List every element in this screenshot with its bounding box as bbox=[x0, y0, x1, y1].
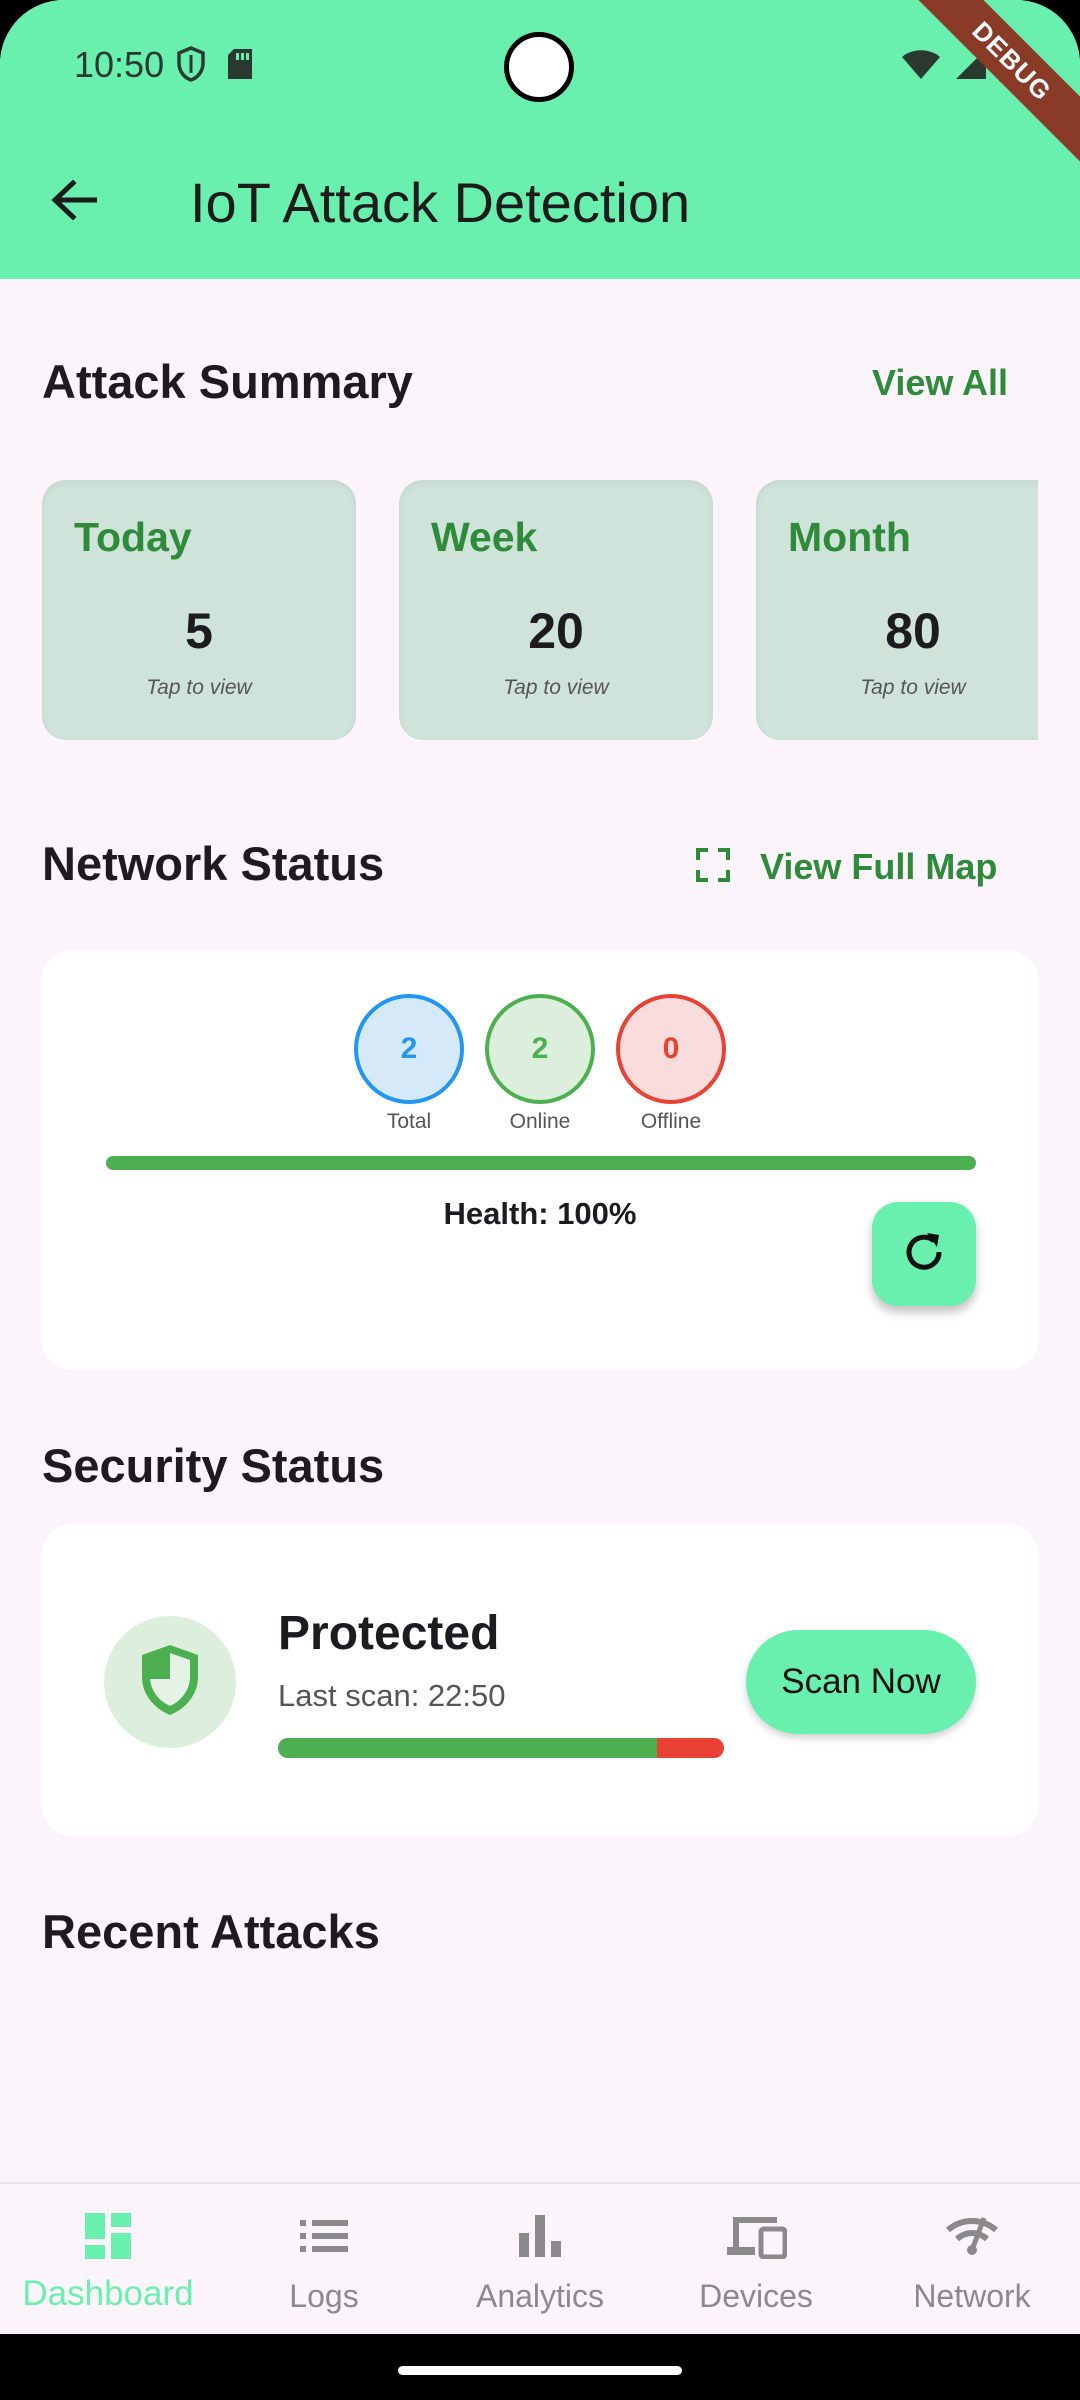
online-devices-label: Online bbox=[509, 1110, 571, 1133]
summary-card-label: Week bbox=[431, 514, 538, 560]
bar-chart-icon bbox=[432, 2208, 648, 2264]
wifi-icon bbox=[900, 47, 942, 86]
summary-card-label: Month bbox=[788, 514, 911, 560]
summary-card-hint: Tap to view bbox=[503, 676, 609, 699]
summary-card-label: Today bbox=[74, 514, 192, 560]
online-devices-count: 2 bbox=[531, 1032, 549, 1065]
security-status-title: Security Status bbox=[42, 1439, 385, 1492]
app-bar: 10:50 DEBUG IoT Attack Detection bbox=[0, 0, 1080, 279]
network-status-title: Network Status bbox=[42, 837, 385, 890]
page-title: IoT Attack Detection bbox=[190, 171, 691, 234]
total-devices-label: Total bbox=[386, 1110, 432, 1133]
summary-card-week[interactable]: Week 20 Tap to view bbox=[399, 480, 713, 740]
arrow-back-icon bbox=[51, 178, 98, 225]
nav-label: Network bbox=[913, 2278, 1031, 2314]
nav-label: Devices bbox=[699, 2278, 813, 2314]
scan-progress-fill bbox=[278, 1738, 658, 1758]
summary-card-hint: Tap to view bbox=[146, 676, 252, 699]
summary-card-hint: Tap to view bbox=[860, 676, 966, 699]
nav-label: Analytics bbox=[475, 2278, 605, 2314]
gesture-bar bbox=[0, 2334, 1080, 2400]
attack-summary-title: Attack Summary bbox=[42, 355, 413, 408]
shield-icon bbox=[176, 46, 206, 87]
refresh-icon bbox=[901, 1229, 947, 1280]
shield-avatar bbox=[104, 1616, 236, 1748]
status-time: 10:50 bbox=[74, 44, 165, 85]
summary-card-value: 20 bbox=[528, 603, 584, 659]
summary-card-today[interactable]: Today 5 Tap to view bbox=[42, 480, 356, 740]
offline-devices-count: 0 bbox=[662, 1032, 680, 1065]
offline-devices-circle: 0 bbox=[616, 994, 726, 1104]
nav-label: Logs bbox=[289, 2278, 359, 2314]
online-devices-circle: 2 bbox=[485, 994, 595, 1104]
offline-devices-label: Offline bbox=[640, 1110, 702, 1133]
scan-progress-bar bbox=[278, 1738, 724, 1758]
nav-label: Dashboard bbox=[22, 2274, 194, 2313]
sd-card-icon bbox=[226, 47, 254, 86]
fullscreen-icon bbox=[696, 847, 730, 887]
view-full-map-label: View Full Map bbox=[760, 846, 998, 887]
devices-icon bbox=[648, 2208, 864, 2264]
list-icon bbox=[216, 2208, 432, 2264]
network-icon bbox=[864, 2208, 1080, 2264]
nav-item-network[interactable]: Network bbox=[864, 2208, 1080, 2328]
summary-card-value: 5 bbox=[185, 603, 213, 659]
security-status-card: Protected Last scan: 22:50 Scan Now bbox=[42, 1524, 1038, 1836]
back-button[interactable] bbox=[44, 172, 104, 232]
summary-card-month[interactable]: Month 80 Tap to view bbox=[756, 480, 1038, 740]
shield-icon bbox=[138, 1643, 202, 1722]
total-devices-circle: 2 bbox=[354, 994, 464, 1104]
status-left-icons bbox=[176, 46, 254, 87]
recent-attacks-title: Recent Attacks bbox=[42, 1905, 380, 1958]
summary-card-value: 80 bbox=[885, 603, 941, 659]
total-devices-count: 2 bbox=[400, 1032, 418, 1065]
bottom-navigation: Dashboard Logs Analytics Devices Network bbox=[0, 2182, 1080, 2334]
camera-cutout bbox=[504, 32, 574, 102]
dashboard-icon bbox=[0, 2208, 216, 2264]
health-progress-bar bbox=[106, 1156, 976, 1170]
nav-item-dashboard[interactable]: Dashboard bbox=[0, 2208, 216, 2328]
nav-item-logs[interactable]: Logs bbox=[216, 2208, 432, 2328]
security-state: Protected bbox=[278, 1607, 500, 1660]
nav-item-analytics[interactable]: Analytics bbox=[432, 2208, 648, 2328]
screen: 10:50 DEBUG IoT Attack Detection Attack … bbox=[0, 0, 1080, 2400]
view-all-link[interactable]: View All bbox=[872, 362, 1008, 404]
last-scan-text: Last scan: 22:50 bbox=[278, 1678, 506, 1713]
scan-now-button[interactable]: Scan Now bbox=[746, 1630, 976, 1734]
refresh-button[interactable] bbox=[872, 1202, 976, 1306]
view-full-map-button[interactable]: View Full Map bbox=[696, 846, 997, 888]
network-status-card: 2 Total 2 Online 0 Offline Health: 100% bbox=[42, 950, 1038, 1370]
attack-summary-cards: Today 5 Tap to view Week 20 Tap to view … bbox=[42, 480, 1038, 740]
nav-item-devices[interactable]: Devices bbox=[648, 2208, 864, 2328]
home-indicator[interactable] bbox=[398, 2366, 682, 2375]
